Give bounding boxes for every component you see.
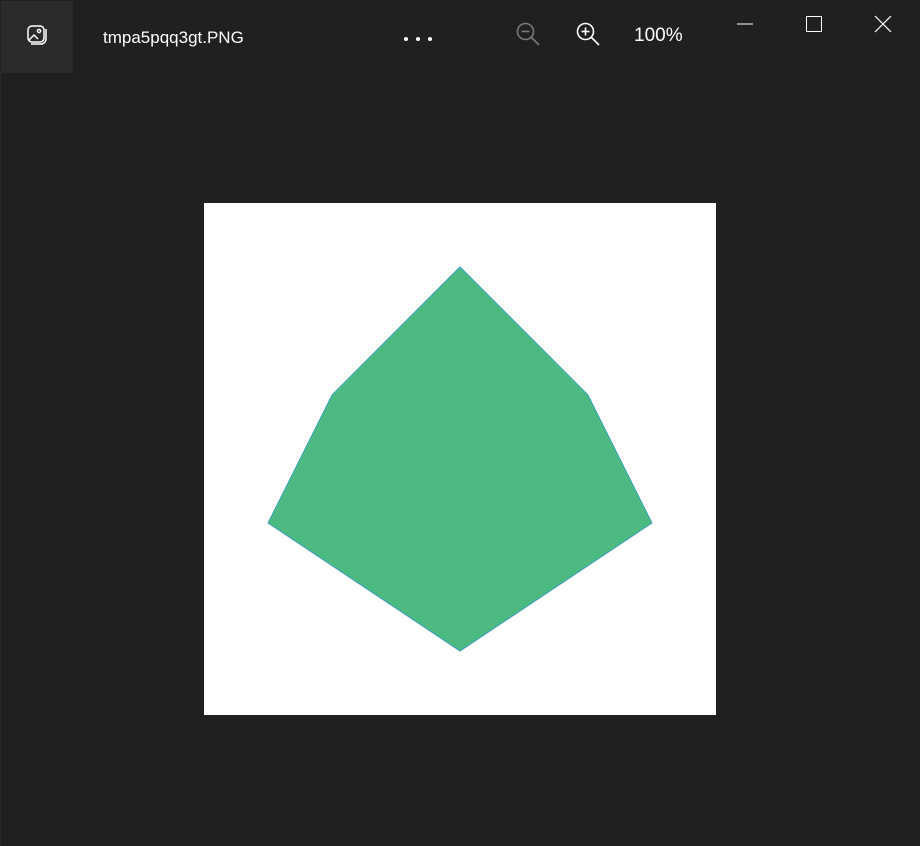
displayed-image [204,203,716,715]
zoom-in-button[interactable] [570,18,606,54]
maximize-icon [806,15,822,37]
close-button[interactable] [861,6,905,46]
zoom-in-icon [575,21,601,52]
minimize-button[interactable] [723,6,767,46]
green-polygon-shape [267,266,653,652]
photo-viewer-window: tmpa5pqq3gt.PNG 100% [0,0,920,846]
zoom-out-button[interactable] [510,18,546,54]
maximize-button[interactable] [792,6,836,46]
app-menu-button[interactable] [1,1,73,73]
minimize-icon [737,16,753,37]
more-options-button[interactable] [396,20,440,56]
photos-app-icon [25,23,49,52]
window-left-edge [0,73,1,846]
title-bar: tmpa5pqq3gt.PNG 100% [0,0,920,73]
image-content [267,266,653,652]
more-horizontal-icon [403,29,433,47]
file-name: tmpa5pqq3gt.PNG [103,28,244,47]
zoom-level-indicator[interactable]: 100% [634,24,683,48]
close-icon [874,15,892,38]
zoom-out-icon [515,21,541,52]
